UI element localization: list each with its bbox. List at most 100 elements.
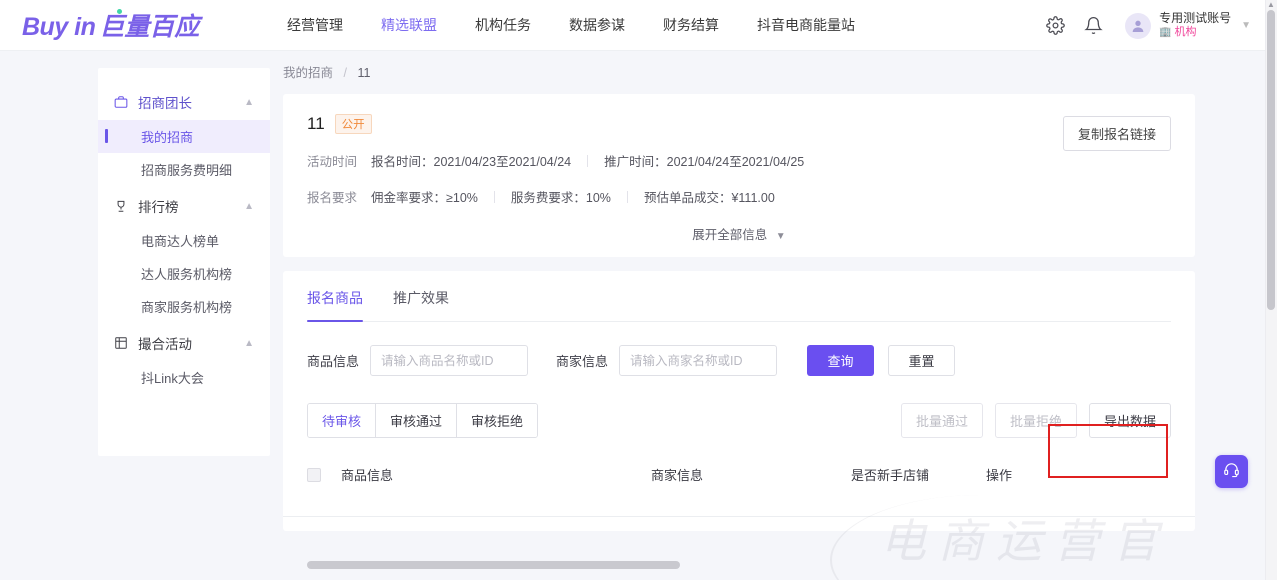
breadcrumb-root[interactable]: 我的招商 xyxy=(283,66,333,80)
sidebar-group-title-2[interactable]: 撮合活动 ▲ xyxy=(98,325,270,361)
sidebar-group-label-1: 排行榜 xyxy=(138,200,179,215)
brand-logo-en: Buy in xyxy=(22,13,96,41)
status-badge: 公开 xyxy=(334,114,372,134)
sidebar-group-label-0: 招商团长 xyxy=(138,96,192,111)
sidebar-item-service-fee-detail[interactable]: 招商服务费明细 xyxy=(98,153,270,186)
copy-signup-link-button[interactable]: 复制报名链接 xyxy=(1062,116,1171,151)
segment-approved[interactable]: 审核通过 xyxy=(376,404,458,437)
tab-signup-products[interactable]: 报名商品 xyxy=(307,271,363,322)
expand-all-info-label: 展开全部信息 xyxy=(692,228,768,242)
signup-time-value: 报名时间：2021/04/23至2021/04/24 xyxy=(371,155,572,169)
table-header-divider xyxy=(283,516,1195,517)
status-filter-segmented: 待审核 审核通过 审核拒绝 xyxy=(307,403,539,438)
sidebar-item-label-0-1: 招商服务费明细 xyxy=(141,163,233,178)
sidebar-item-label-1-1: 达人服务机构榜 xyxy=(141,267,233,282)
activity-time-label: 活动时间 xyxy=(307,155,358,169)
nav-item-0[interactable]: 经营管理 xyxy=(287,0,343,51)
export-data-button[interactable]: 导出数据 xyxy=(1088,403,1171,438)
chevron-up-icon-0[interactable]: ▲ xyxy=(244,97,254,108)
column-header-new-shop: 是否新手店铺 xyxy=(851,468,930,483)
sidebar-group-label-2: 撮合活动 xyxy=(138,337,192,352)
nav-item-5[interactable]: 抖音电商能量站 xyxy=(757,0,855,51)
product-filter-label: 商品信息 xyxy=(307,354,360,369)
user-name: 专用测试账号 xyxy=(1159,11,1232,26)
header-actions: 专用测试账号 🏢 机构 ▼ xyxy=(1031,0,1251,51)
user-role-label: 机构 xyxy=(1174,26,1197,39)
activity-summary-card: 11 公开 复制报名链接 活动时间 报名时间：2021/04/23至2021/0… xyxy=(283,94,1195,257)
sidebar-item-talent-agency-rank[interactable]: 达人服务机构榜 xyxy=(98,257,270,290)
sidebar-item-merchant-agency-rank[interactable]: 商家服务机构榜 xyxy=(98,290,270,323)
divider xyxy=(626,190,628,203)
sidebar-group-2: 撮合活动 ▲ 抖Link大会 xyxy=(98,325,270,394)
product-search-input[interactable] xyxy=(370,345,529,376)
chevron-up-icon-1[interactable]: ▲ xyxy=(244,201,254,212)
expand-all-info-button[interactable]: 展开全部信息 ▼ xyxy=(307,224,1171,243)
logo-accent-dot xyxy=(117,9,122,14)
user-role-badge: 🏢 机构 xyxy=(1159,26,1231,40)
grid-icon xyxy=(114,336,129,350)
sidebar-item-my-recruitment[interactable]: 我的招商 xyxy=(98,120,270,153)
sidebar-item-label-1-0: 电商达人榜单 xyxy=(141,234,220,249)
customer-service-fab[interactable] xyxy=(1215,455,1248,488)
sidebar-group-1: 排行榜 ▲ 电商达人榜单 达人服务机构榜 商家服务机构榜 xyxy=(98,188,270,323)
top-header: Buy in 巨量百应 经营管理 精选联盟 机构任务 数据参谋 财务结算 抖音电商… xyxy=(0,0,1265,51)
select-all-checkbox[interactable] xyxy=(307,467,321,482)
sidebar-item-label-1-2: 商家服务机构榜 xyxy=(141,300,233,315)
horizontal-scrollbar-thumb[interactable] xyxy=(307,561,680,569)
brand-logo[interactable]: Buy in 巨量百应 xyxy=(22,7,232,43)
gear-icon[interactable] xyxy=(1041,12,1069,40)
merchant-filter-label: 商家信息 xyxy=(556,354,609,369)
search-button[interactable]: 查询 xyxy=(807,345,875,376)
segment-rejected[interactable]: 审核拒绝 xyxy=(457,404,538,437)
activity-title-row: 11 公开 xyxy=(307,114,1171,134)
headset-icon xyxy=(1223,461,1240,483)
batch-approve-button: 批量通过 xyxy=(900,403,983,438)
column-header-merchant: 商家信息 xyxy=(651,468,704,483)
column-header-action: 操作 xyxy=(986,468,1013,483)
nav-item-3[interactable]: 数据参谋 xyxy=(569,0,625,51)
breadcrumb: 我的招商 / 11 xyxy=(283,62,1195,81)
avatar[interactable] xyxy=(1125,12,1152,39)
nav-item-1[interactable]: 精选联盟 xyxy=(381,0,437,51)
filter-row: 商品信息 商家信息 查询 重置 xyxy=(307,345,1171,376)
promo-time-value: 推广时间：2021/04/24至2021/04/25 xyxy=(604,155,805,169)
sidebar-item-doulink-conference[interactable]: 抖Link大会 xyxy=(98,361,270,394)
brand-logo-cn: 巨量百应 xyxy=(99,12,200,41)
nav-item-4[interactable]: 财务结算 xyxy=(663,0,719,51)
breadcrumb-current: 11 xyxy=(357,66,371,80)
action-row: 待审核 审核通过 审核拒绝 批量通过 批量拒绝 导出数据 xyxy=(307,403,1171,438)
page-root: Buy in 巨量百应 经营管理 精选联盟 机构任务 数据参谋 财务结算 抖音电商… xyxy=(0,0,1277,580)
divider xyxy=(587,154,589,167)
trophy-icon xyxy=(114,199,129,213)
chevron-up-icon-2[interactable]: ▲ xyxy=(244,338,254,349)
main-nav: 经营管理 精选联盟 机构任务 数据参谋 财务结算 抖音电商能量站 xyxy=(287,0,893,51)
vertical-scrollbar-thumb[interactable] xyxy=(1267,10,1275,310)
segment-pending-review[interactable]: 待审核 xyxy=(308,404,377,437)
nav-item-2[interactable]: 机构任务 xyxy=(475,0,531,51)
panel-tabs: 报名商品 推广效果 xyxy=(307,271,1171,322)
products-panel: 报名商品 推广效果 商品信息 商家信息 查询 重置 待审核 审核通过 审核拒绝 xyxy=(283,271,1195,531)
horizontal-scrollbar[interactable] xyxy=(283,560,1195,570)
bulk-actions: 批量通过 批量拒绝 导出数据 xyxy=(889,403,1171,438)
org-icon: 🏢 xyxy=(1159,26,1172,38)
tab-promotion-effect[interactable]: 推广效果 xyxy=(393,271,449,321)
briefcase-icon xyxy=(114,95,129,109)
merchant-search-input[interactable] xyxy=(619,345,778,376)
sidebar-group-title-0[interactable]: 招商团长 ▲ xyxy=(98,84,270,120)
column-header-product: 商品信息 xyxy=(341,468,394,483)
commission-rate-value: 佣金率要求：≥10% xyxy=(371,191,478,205)
sidebar-item-label-0-0: 我的招商 xyxy=(141,130,194,145)
user-info[interactable]: 专用测试账号 🏢 机构 xyxy=(1159,11,1231,40)
table-header-row: 商品信息 商家信息 是否新手店铺 操作 xyxy=(307,465,1171,484)
main-content: 我的招商 / 11 11 公开 复制报名链接 活动时间 报名时间：2021/04… xyxy=(283,62,1195,531)
reset-button[interactable]: 重置 xyxy=(888,345,956,376)
page-title: 11 xyxy=(307,114,325,133)
chevron-down-icon[interactable]: ▼ xyxy=(1241,20,1251,31)
vertical-scrollbar[interactable]: ▲ xyxy=(1265,0,1277,580)
scroll-up-arrow-icon[interactable]: ▲ xyxy=(1266,0,1276,10)
divider xyxy=(493,190,495,203)
sidebar-item-ecom-talent-rank[interactable]: 电商达人榜单 xyxy=(98,224,270,257)
bell-icon[interactable] xyxy=(1079,12,1107,40)
estimated-gmv-value: 预估单品成交：¥111.00 xyxy=(643,191,775,205)
sidebar-group-title-1[interactable]: 排行榜 ▲ xyxy=(98,188,270,224)
